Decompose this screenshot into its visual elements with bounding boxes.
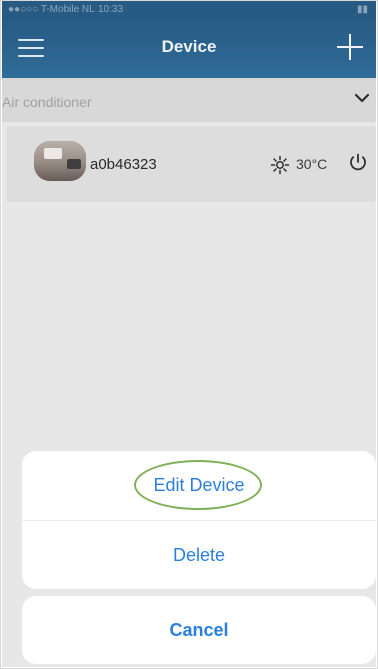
delete-label: Delete [172,545,226,565]
device-name: a0b46323 [90,156,157,173]
carrier-label: ●●○○○ T-Mobile NL [8,4,95,15]
battery-indicator: ▮▮ [356,4,368,15]
add-icon[interactable] [336,33,364,61]
device-list-item[interactable]: a0b46323 30°C [6,126,376,202]
category-label: Air conditioner [2,94,92,110]
screen-frame: ●●○○○ T-Mobile NL 10:33 ▮▮ Device Air co… [0,0,378,669]
status-time: 10:33 [98,4,124,15]
edit-device-button[interactable]: Edit Device [22,451,376,520]
edit-device-label: Edit Device [153,475,245,495]
thumbnail-window [44,148,62,159]
action-sheet: Edit Device Delete [22,451,376,589]
phone-screen: ●●○○○ T-Mobile NL 10:33 ▮▮ Device Air co… [2,0,376,667]
device-thumbnail [34,141,86,181]
page-title: Device [161,37,217,56]
status-bar: ●●○○○ T-Mobile NL 10:33 ▮▮ [2,0,376,20]
top-nav-bar: Device [2,20,376,78]
cancel-button[interactable]: Cancel [22,596,376,664]
delete-button[interactable]: Delete [22,521,376,589]
chevron-down-icon [354,93,370,103]
device-category-selector[interactable]: Air conditioner [2,78,376,122]
thumbnail-unit [67,159,81,169]
power-icon[interactable] [346,151,370,175]
cancel-label: Cancel [169,620,229,640]
device-temperature: 30°C [296,156,328,172]
sun-icon [270,155,290,175]
